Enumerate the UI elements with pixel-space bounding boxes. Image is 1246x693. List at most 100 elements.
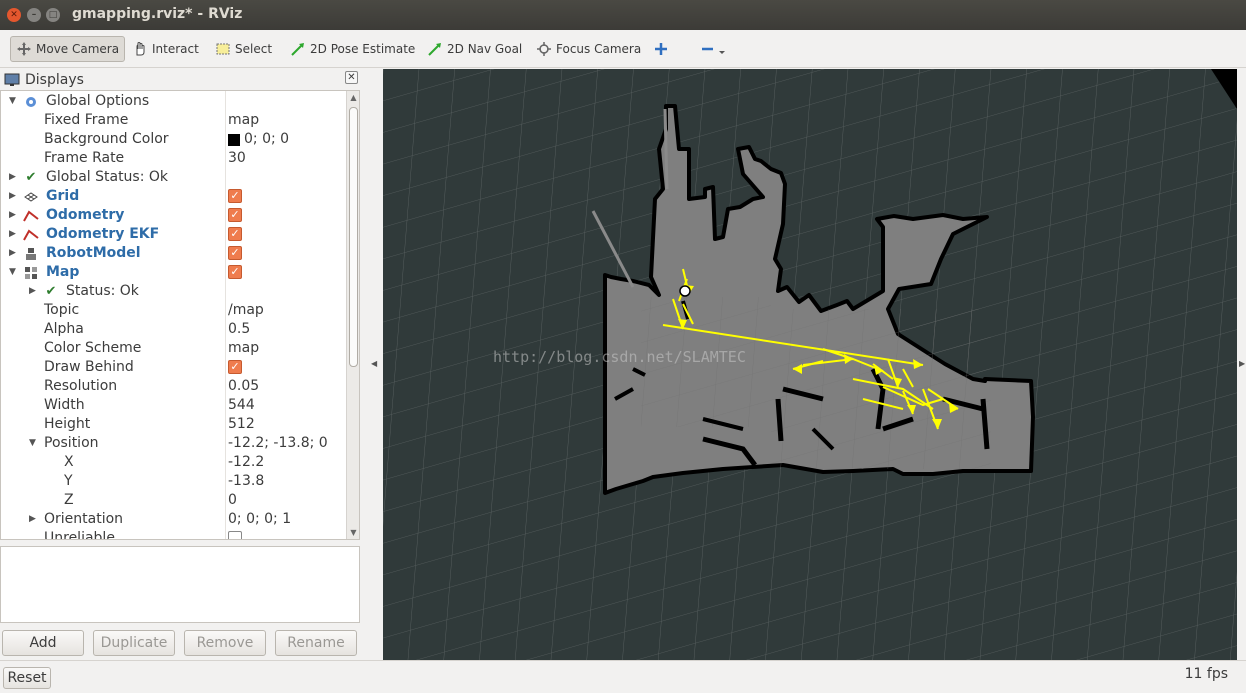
tree-row-draw-behind[interactable]: Draw Behind ✓: [1, 358, 347, 377]
collapse-left-arrow-icon[interactable]: ◀: [371, 359, 377, 368]
displays-panel: Displays ✕ ▼ Global Options Fixed Frame …: [0, 68, 362, 660]
move-camera-icon: [17, 42, 31, 56]
panel-close-button[interactable]: ✕: [345, 71, 358, 84]
row-value[interactable]: ✓: [228, 358, 242, 374]
window-close-button[interactable]: ✕: [7, 8, 21, 22]
expand-arrow-icon[interactable]: ▶: [29, 282, 39, 301]
row-value[interactable]: ✓: [228, 225, 242, 241]
tree-row-position-y[interactable]: Y -13.8: [1, 472, 347, 491]
enabled-checkbox[interactable]: ✓: [228, 208, 242, 222]
focus-camera-tool[interactable]: Focus Camera: [531, 36, 646, 62]
tree-row-fixed-frame[interactable]: Fixed Frame map: [1, 111, 347, 130]
row-value[interactable]: 0.5: [228, 320, 250, 339]
tree-row-odometry-ekf[interactable]: ▶ Odometry EKF ✓: [1, 225, 347, 244]
displays-panel-header: Displays: [0, 70, 360, 90]
expand-arrow-icon[interactable]: ▶: [9, 206, 19, 225]
render-canvas[interactable]: http://blog.csdn.net/SLAMTEC: [383, 69, 1237, 660]
tree-row-background-color[interactable]: Background Color 0; 0; 0: [1, 130, 347, 149]
rename-button[interactable]: Rename: [275, 630, 357, 656]
row-value[interactable]: map: [228, 111, 259, 130]
tree-row-frame-rate[interactable]: Frame Rate 30: [1, 149, 347, 168]
expand-arrow-icon[interactable]: ▼: [9, 263, 19, 282]
row-value[interactable]: 512: [228, 415, 255, 434]
row-value[interactable]: 544: [228, 396, 255, 415]
duplicate-button[interactable]: Duplicate: [93, 630, 175, 656]
expand-arrow-icon[interactable]: ▼: [29, 434, 39, 453]
tree-row-orientation[interactable]: ▶ Orientation 0; 0; 0; 1: [1, 510, 347, 529]
map-icon: [23, 265, 39, 280]
tree-row-grid[interactable]: ▶ Grid ✓: [1, 187, 347, 206]
row-value[interactable]: ✓: [228, 244, 242, 260]
row-value-wrap[interactable]: 0; 0; 0: [228, 130, 289, 149]
row-value[interactable]: ✓: [228, 206, 242, 222]
add-button[interactable]: Add: [2, 630, 84, 656]
row-name: Fixed Frame: [44, 112, 129, 128]
enabled-checkbox[interactable]: ✓: [228, 189, 242, 203]
row-value[interactable]: 30: [228, 149, 246, 168]
tree-scrollbar[interactable]: ▲ ▼: [346, 91, 359, 539]
row-value[interactable]: ✓: [228, 187, 242, 203]
remove-tool-button[interactable]: [692, 36, 732, 62]
tree-row-odometry[interactable]: ▶ Odometry ✓: [1, 206, 347, 225]
enabled-checkbox[interactable]: ✓: [228, 227, 242, 241]
expand-arrow-icon[interactable]: ▼: [9, 92, 19, 111]
monitor-icon: [4, 73, 20, 86]
reset-button[interactable]: Reset: [3, 667, 51, 689]
enabled-checkbox[interactable]: ✓: [228, 246, 242, 260]
tree-row-position-x[interactable]: X -12.2: [1, 453, 347, 472]
row-value[interactable]: [228, 529, 242, 539]
odometry-icon: [23, 227, 39, 242]
row-name: Global Options: [46, 93, 150, 109]
tree-row-color-scheme[interactable]: Color Scheme map: [1, 339, 347, 358]
minus-dropdown-icon: [702, 47, 725, 54]
tree-row-global-options[interactable]: ▼ Global Options: [1, 92, 347, 111]
3d-viewport[interactable]: http://blog.csdn.net/SLAMTEC: [383, 69, 1237, 660]
row-name: Resolution: [44, 378, 118, 394]
tree-row-topic[interactable]: Topic /map: [1, 301, 347, 320]
scroll-down-arrow-icon[interactable]: ▼: [349, 528, 358, 537]
window-minimize-button[interactable]: –: [27, 8, 41, 22]
expand-arrow-icon[interactable]: ▶: [9, 168, 19, 187]
description-box: [0, 546, 360, 623]
enabled-checkbox[interactable]: ✓: [228, 265, 242, 279]
remove-button[interactable]: Remove: [184, 630, 266, 656]
window-title: gmapping.rviz* - RViz: [72, 6, 243, 22]
draw-behind-checkbox[interactable]: ✓: [228, 360, 242, 374]
row-value[interactable]: -12.2: [228, 453, 264, 472]
scrollbar-thumb[interactable]: [349, 107, 358, 367]
tree-row-alpha[interactable]: Alpha 0.5: [1, 320, 347, 339]
tree-row-map-status[interactable]: ▶ ✔ Status: Ok: [1, 282, 347, 301]
tree-row-width[interactable]: Width 544: [1, 396, 347, 415]
2d-pose-estimate-tool[interactable]: 2D Pose Estimate: [285, 36, 420, 62]
tree-row-global-status[interactable]: ▶ ✔ Global Status: Ok: [1, 168, 347, 187]
expand-arrow-icon[interactable]: ▶: [29, 510, 39, 529]
row-value[interactable]: -12.2; -13.8; 0: [228, 434, 328, 453]
row-value[interactable]: map: [228, 339, 259, 358]
add-tool-button[interactable]: [648, 36, 674, 62]
collapse-right-arrow-icon[interactable]: ▶: [1239, 359, 1245, 368]
displays-panel-title: Displays: [25, 72, 84, 88]
row-value[interactable]: 0; 0; 0; 1: [228, 510, 291, 529]
move-camera-tool[interactable]: Move Camera: [10, 36, 126, 62]
scroll-up-arrow-icon[interactable]: ▲: [349, 93, 358, 102]
expand-arrow-icon[interactable]: ▶: [9, 225, 19, 244]
row-value[interactable]: 0: [228, 491, 237, 510]
tree-row-map[interactable]: ▼ Map ✓: [1, 263, 347, 282]
tree-row-position[interactable]: ▼ Position -12.2; -13.8; 0: [1, 434, 347, 453]
tree-row-unreliable[interactable]: Unreliable: [1, 529, 347, 539]
tree-row-robot-model[interactable]: ▶ RobotModel ✓: [1, 244, 347, 263]
2d-nav-goal-tool[interactable]: 2D Nav Goal: [422, 36, 527, 62]
expand-arrow-icon[interactable]: ▶: [9, 187, 19, 206]
unreliable-checkbox[interactable]: [228, 531, 242, 539]
tree-row-height[interactable]: Height 512: [1, 415, 347, 434]
tree-row-position-z[interactable]: Z 0: [1, 491, 347, 510]
interact-tool[interactable]: Interact: [127, 36, 204, 62]
row-value[interactable]: ✓: [228, 263, 242, 279]
window-maximize-button[interactable]: □: [46, 8, 60, 22]
expand-arrow-icon[interactable]: ▶: [9, 244, 19, 263]
select-tool[interactable]: Select: [210, 36, 277, 62]
row-value[interactable]: 0.05: [228, 377, 259, 396]
row-value[interactable]: /map: [228, 301, 264, 320]
row-value[interactable]: -13.8: [228, 472, 264, 491]
tree-row-resolution[interactable]: Resolution 0.05: [1, 377, 347, 396]
